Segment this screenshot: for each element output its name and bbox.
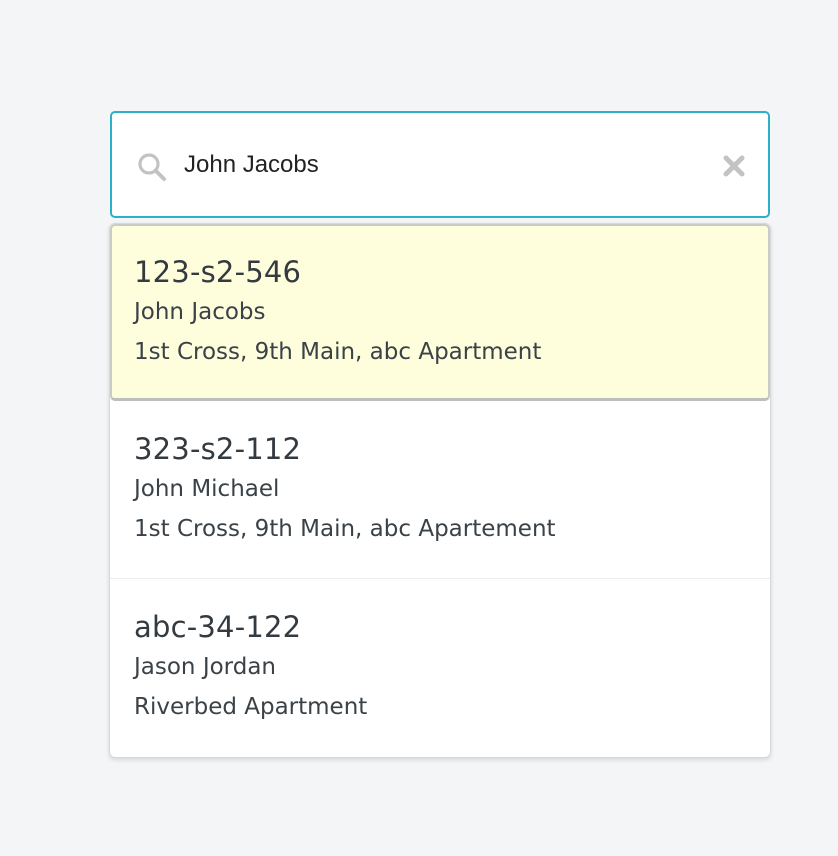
result-id: abc-34-122	[134, 610, 302, 644]
result-name: John Michael	[134, 476, 280, 502]
result-id: 323-s2-112	[134, 432, 302, 466]
results-dropdown: 123-s2-546 John Jacobs 1st Cross, 9th Ma…	[109, 223, 771, 758]
result-address: Riverbed Apartment	[134, 694, 368, 720]
search-input[interactable]	[184, 143, 704, 187]
result-name: Jason Jordan	[134, 654, 276, 680]
result-address: 1st Cross, 9th Main, abc Apartment	[134, 339, 542, 365]
result-name: John Jacobs	[134, 299, 266, 325]
result-id: 123-s2-546	[134, 255, 302, 289]
result-item[interactable]: 123-s2-546 John Jacobs 1st Cross, 9th Ma…	[110, 224, 770, 401]
result-item[interactable]: abc-34-122 Jason Jordan Riverbed Apartme…	[110, 579, 770, 757]
search-box[interactable]	[110, 111, 770, 218]
result-item[interactable]: 323-s2-112 John Michael 1st Cross, 9th M…	[110, 401, 770, 579]
result-address: 1st Cross, 9th Main, abc Apartement	[134, 516, 556, 542]
